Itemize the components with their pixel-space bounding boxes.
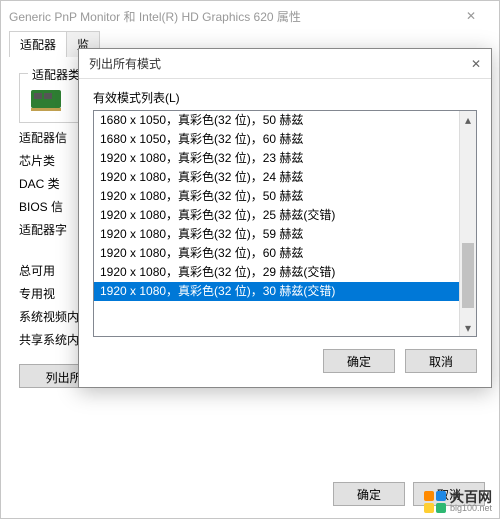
mode-list-item[interactable]: 1920 x 1080，真彩色(32 位)，59 赫兹 xyxy=(94,225,459,244)
mode-list-item[interactable]: 1920 x 1080，真彩色(32 位)，30 赫兹(交错) xyxy=(94,282,459,301)
parent-title: Generic PnP Monitor 和 Intel(R) HD Graphi… xyxy=(9,8,451,25)
scroll-thumb[interactable] xyxy=(462,243,474,308)
modal-titlebar: 列出所有模式 ✕ xyxy=(79,49,491,79)
mode-list-item[interactable]: 1920 x 1080，真彩色(32 位)，23 赫兹 xyxy=(94,149,459,168)
mode-list-item[interactable]: 1680 x 1050，真彩色(32 位)，50 赫兹 xyxy=(94,111,459,130)
modal-ok-button[interactable]: 确定 xyxy=(323,349,395,373)
mode-list-item[interactable]: 1920 x 1080，真彩色(32 位)，25 赫兹(交错) xyxy=(94,206,459,225)
watermark-text-block: 大百网 big100.net xyxy=(450,490,492,513)
adapter-card-icon xyxy=(30,86,66,112)
tab-adapter[interactable]: 适配器 xyxy=(9,31,67,57)
scroll-down-icon[interactable]: ▾ xyxy=(460,319,476,336)
groupbox-label: 适配器类 xyxy=(28,66,84,83)
mode-list-item[interactable]: 1920 x 1080，真彩色(32 位)，60 赫兹 xyxy=(94,244,459,263)
mode-list-item[interactable]: 1680 x 1050，真彩色(32 位)，60 赫兹 xyxy=(94,130,459,149)
list-modes-dialog: 列出所有模式 ✕ 有效模式列表(L) 1680 x 1050，真彩色(32 位)… xyxy=(78,48,492,388)
modal-cancel-button[interactable]: 取消 xyxy=(405,349,477,373)
close-icon[interactable]: ✕ xyxy=(451,9,491,23)
parent-titlebar: Generic PnP Monitor 和 Intel(R) HD Graphi… xyxy=(1,1,499,31)
mode-list-item[interactable]: 1920 x 1080，真彩色(32 位)，50 赫兹 xyxy=(94,187,459,206)
mode-list-item[interactable]: 1920 x 1080，真彩色(32 位)，24 赫兹 xyxy=(94,168,459,187)
scroll-track[interactable] xyxy=(460,128,476,319)
scroll-up-icon[interactable]: ▴ xyxy=(460,111,476,128)
watermark-brand: 大百网 xyxy=(450,490,492,504)
modal-title: 列出所有模式 xyxy=(89,55,451,72)
watermark-logo-icon xyxy=(424,491,446,513)
watermark-domain: big100.net xyxy=(450,504,492,513)
listbox-scrollbar[interactable]: ▴ ▾ xyxy=(459,111,476,336)
modal-close-icon[interactable]: ✕ xyxy=(451,57,481,71)
modes-listbox[interactable]: 1680 x 1050，真彩色(32 位)，50 赫兹1680 x 1050，真… xyxy=(93,110,477,337)
parent-ok-button[interactable]: 确定 xyxy=(333,482,405,506)
modal-buttons: 确定 取消 xyxy=(79,337,491,387)
modes-list-items: 1680 x 1050，真彩色(32 位)，50 赫兹1680 x 1050，真… xyxy=(94,111,459,336)
modes-list-label: 有效模式列表(L) xyxy=(93,89,477,106)
mode-list-item[interactable]: 1920 x 1080，真彩色(32 位)，29 赫兹(交错) xyxy=(94,263,459,282)
watermark: 大百网 big100.net xyxy=(424,490,492,513)
modal-body: 有效模式列表(L) 1680 x 1050，真彩色(32 位)，50 赫兹168… xyxy=(79,79,491,337)
